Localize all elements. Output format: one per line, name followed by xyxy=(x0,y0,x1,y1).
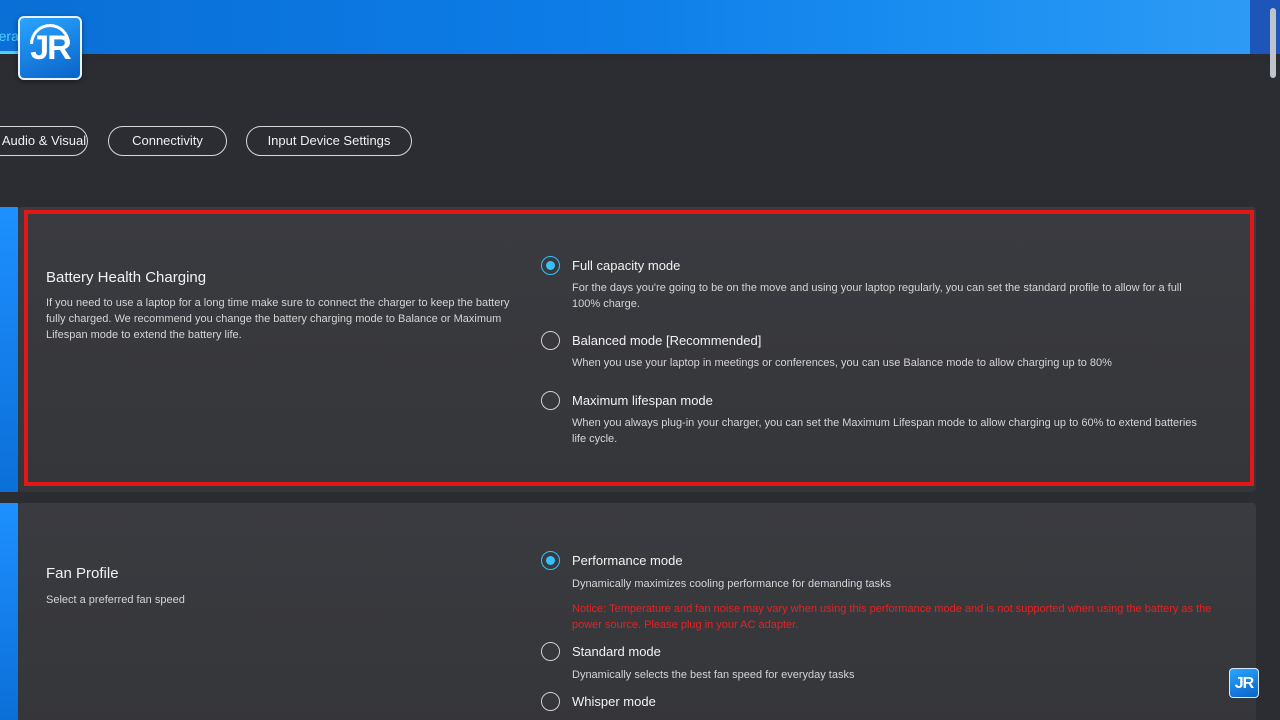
radio-whisper[interactable] xyxy=(541,692,560,711)
option-full-capacity-label[interactable]: Full capacity mode xyxy=(572,258,680,273)
window-header-bar xyxy=(0,0,1280,54)
option-performance-description: Dynamically maximizes cooling performanc… xyxy=(572,578,892,590)
option-balanced-description: When you use your laptop in meetings or … xyxy=(572,357,1112,369)
option-whisper-label[interactable]: Whisper mode xyxy=(572,694,656,709)
jr-logo: JR xyxy=(18,16,82,80)
option-standard-description: Dynamically selects the best fan speed f… xyxy=(572,669,855,681)
option-performance-notice: Notice: Temperature and fan noise may va… xyxy=(572,603,1212,631)
fan-section-title: Fan Profile xyxy=(46,565,119,582)
radio-performance[interactable] xyxy=(541,551,560,570)
header-divider xyxy=(0,54,1280,62)
fan-section-description: Select a preferred fan speed xyxy=(46,594,185,606)
radio-maximum-lifespan[interactable] xyxy=(541,391,560,410)
radio-standard[interactable] xyxy=(541,642,560,661)
battery-section-title: Battery Health Charging xyxy=(46,269,207,286)
watermark-logo: JR xyxy=(1229,668,1259,698)
radio-balanced[interactable] xyxy=(541,331,560,350)
option-maximum-lifespan-label[interactable]: Maximum lifespan mode xyxy=(572,393,713,408)
logo-arc-icon xyxy=(30,24,70,44)
fan-accent-bar xyxy=(0,503,18,720)
option-balanced-label[interactable]: Balanced mode [Recommended] xyxy=(572,333,761,348)
battery-health-card xyxy=(18,207,1256,492)
battery-accent-bar xyxy=(0,207,18,492)
tab-connectivity[interactable]: Connectivity xyxy=(108,126,227,156)
battery-section-description: If you need to use a laptop for a long t… xyxy=(46,297,510,341)
option-maximum-lifespan-description: When you always plug-in your charger, yo… xyxy=(572,417,1197,445)
option-performance-label[interactable]: Performance mode xyxy=(572,553,683,568)
radio-full-capacity[interactable] xyxy=(541,256,560,275)
tab-input-device-settings[interactable]: Input Device Settings xyxy=(246,126,412,156)
option-full-capacity-description: For the days you're going to be on the m… xyxy=(572,282,1182,310)
option-standard-label[interactable]: Standard mode xyxy=(572,644,661,659)
tab-audio-visual[interactable]: Audio & Visual xyxy=(0,126,88,156)
scrollbar[interactable] xyxy=(1270,8,1276,78)
